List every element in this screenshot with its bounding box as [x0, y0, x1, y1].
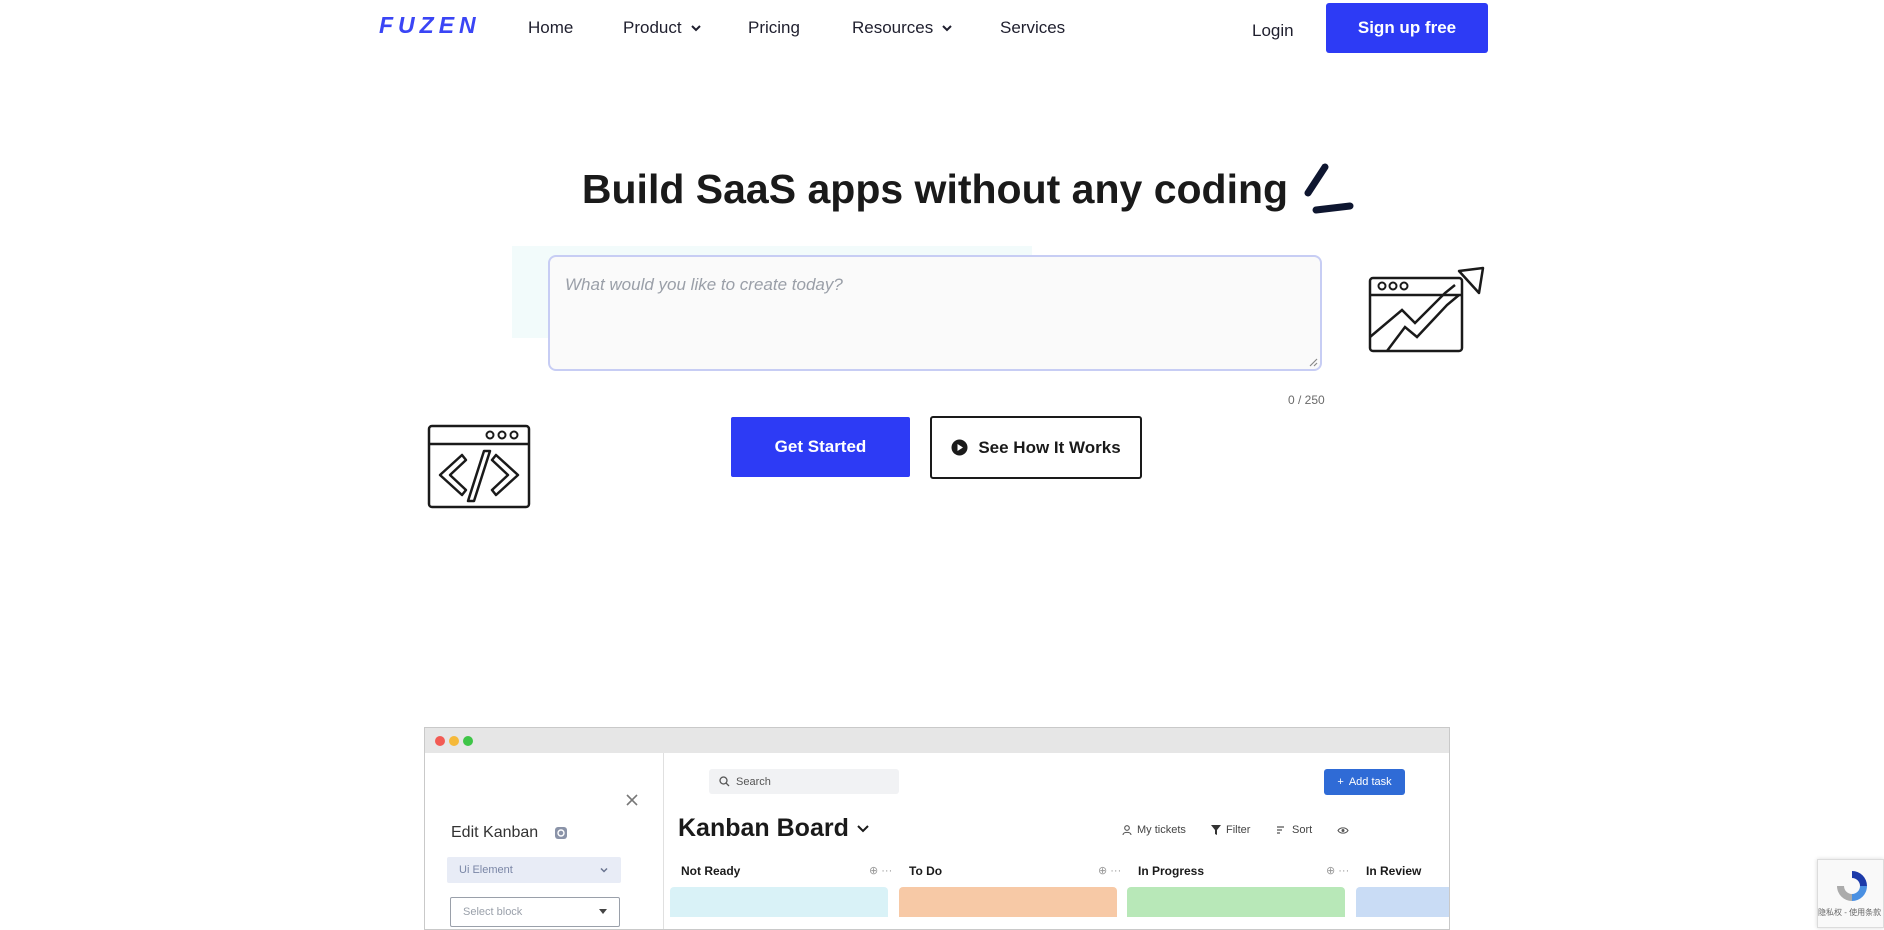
- prompt-textarea[interactable]: What would you like to create today?: [548, 255, 1322, 371]
- chevron-down-icon: [942, 25, 952, 32]
- nav-services-label: Services: [1000, 18, 1066, 37]
- filter-button[interactable]: Filter: [1211, 824, 1250, 836]
- page-headline: Build SaaS apps without any coding: [581, 166, 1289, 212]
- signup-button[interactable]: Sign up free: [1326, 3, 1488, 53]
- recaptcha-logo-icon: [1837, 871, 1867, 901]
- column-in-progress-card[interactable]: [1127, 887, 1345, 917]
- login-link[interactable]: Login: [1252, 21, 1294, 41]
- prompt-placeholder: What would you like to create today?: [565, 275, 843, 294]
- window-titlebar: [425, 728, 1449, 753]
- kanban-main: Search + Add task Kanban Board My ticket…: [664, 753, 1449, 929]
- nav-product-label: Product: [623, 18, 682, 37]
- nav-resources-label: Resources: [852, 18, 934, 37]
- search-icon: [719, 776, 730, 787]
- sort-label: Sort: [1292, 824, 1313, 836]
- nav-product[interactable]: Product: [623, 18, 702, 38]
- char-counter: 0 / 250: [1288, 393, 1325, 407]
- close-icon[interactable]: [625, 793, 639, 807]
- growth-chart-browser-icon: [1368, 266, 1485, 353]
- column-to-do-card[interactable]: [899, 887, 1117, 917]
- add-task-button[interactable]: + Add task: [1324, 769, 1405, 795]
- column-actions-icon[interactable]: ⊕ ···: [1098, 864, 1121, 877]
- user-icon: [1122, 824, 1132, 835]
- edit-kanban-title: Edit Kanban: [451, 824, 568, 842]
- get-started-button[interactable]: Get Started: [731, 417, 910, 477]
- chevron-down-icon: [600, 867, 608, 873]
- play-icon: [951, 439, 968, 456]
- maximize-dot-icon: [463, 736, 473, 746]
- column-in-progress-title: In Progress: [1138, 864, 1205, 878]
- nav-home-label: Home: [528, 18, 574, 37]
- sparkle-doodle-icon: [1304, 163, 1354, 214]
- sort-button[interactable]: Sort: [1276, 824, 1312, 836]
- caret-down-icon: [599, 909, 607, 914]
- nav-resources[interactable]: Resources: [852, 18, 953, 38]
- column-in-review-title: In Review: [1366, 864, 1422, 878]
- my-tickets-label: My tickets: [1137, 824, 1186, 836]
- search-input[interactable]: Search: [709, 769, 899, 794]
- column-not-ready-card[interactable]: [670, 887, 888, 917]
- see-how-label: See How It Works: [978, 437, 1121, 457]
- filter-icon: [1211, 825, 1221, 835]
- minimize-dot-icon: [449, 736, 459, 746]
- column-to-do-title: To Do: [909, 864, 943, 878]
- chevron-down-icon: [857, 824, 869, 832]
- chevron-down-icon: [690, 25, 701, 32]
- product-preview: Edit Kanban Ui Element Select block Sear…: [424, 727, 1450, 930]
- nav-pricing[interactable]: Pricing: [748, 18, 800, 38]
- fuzen-logo[interactable]: FUZEN: [379, 12, 481, 39]
- column-not-ready-title: Not Ready: [681, 864, 741, 878]
- add-task-label: Add task: [1348, 776, 1392, 788]
- plus-icon: +: [1337, 776, 1344, 788]
- nav-home[interactable]: Home: [528, 18, 573, 38]
- kanban-board-title[interactable]: Kanban Board: [678, 814, 869, 843]
- sort-icon: [1277, 826, 1284, 834]
- nav-services[interactable]: Services: [1000, 18, 1065, 38]
- column-actions-icon[interactable]: ⊕ ···: [869, 864, 892, 877]
- ui-element-value: Ui Element: [459, 864, 513, 876]
- ui-element-select[interactable]: Ui Element: [447, 857, 621, 883]
- filter-label: Filter: [1226, 824, 1251, 836]
- kanban-board-label: Kanban Board: [678, 814, 849, 842]
- edit-kanban-panel: Edit Kanban Ui Element Select block: [425, 753, 664, 929]
- eye-icon[interactable]: [1337, 826, 1349, 835]
- resize-handle-icon[interactable]: [1308, 357, 1318, 367]
- select-block-placeholder: Select block: [463, 906, 523, 918]
- recaptcha-privacy-terms[interactable]: 隐私权 - 使用条款: [1818, 907, 1881, 918]
- settings-icon[interactable]: [554, 826, 568, 840]
- edit-kanban-label: Edit Kanban: [451, 824, 539, 841]
- see-how-it-works-button[interactable]: See How It Works: [930, 416, 1142, 479]
- search-placeholder: Search: [736, 775, 771, 788]
- column-in-review-card[interactable]: [1356, 887, 1449, 917]
- code-window-icon: [427, 424, 531, 509]
- my-tickets-button[interactable]: My tickets: [1122, 824, 1186, 836]
- column-actions-icon[interactable]: ⊕ ···: [1326, 864, 1349, 877]
- close-dot-icon: [435, 736, 445, 746]
- select-block-dropdown[interactable]: Select block: [450, 897, 620, 927]
- nav-pricing-label: Pricing: [748, 18, 800, 37]
